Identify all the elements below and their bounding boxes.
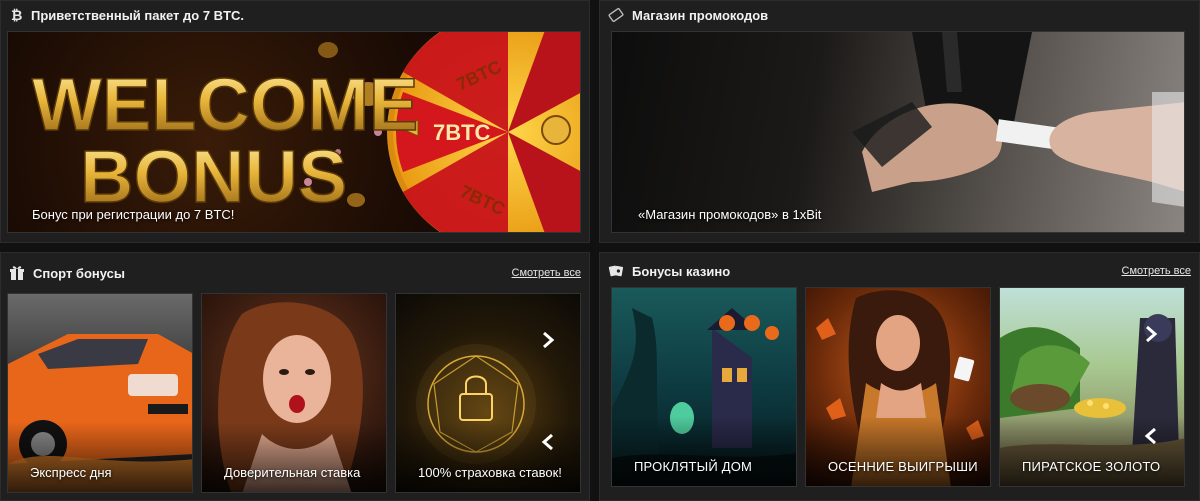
casino-see-all-link[interactable]: Смотреть все xyxy=(1122,265,1191,277)
promo-shop-panel: Магазин промокодов «Магазин промокодов» … xyxy=(599,0,1200,243)
welcome-heading-line1: WELCOME xyxy=(32,63,418,146)
card-gradient xyxy=(8,422,192,492)
promo-shop-title: Магазин промокодов xyxy=(632,7,769,23)
sport-bonuses-title: Спорт бонусы xyxy=(33,265,125,281)
sport-card-insurance-label: 100% страховка ставок! xyxy=(418,465,562,480)
welcome-artwork: 7BTC 7BTC 7BTC WELCOME BONUS xyxy=(31,32,580,232)
casino-card-pirate-gold[interactable]: ПИРАТСКОЕ ЗОЛОТО xyxy=(999,287,1185,487)
casino-bonuses-header: Бонусы казино xyxy=(600,257,1199,285)
chevron-right-icon xyxy=(541,331,555,354)
casino-bonuses-title: Бонусы казино xyxy=(632,263,731,279)
cards-icon xyxy=(608,263,624,279)
sport-next-arrow[interactable] xyxy=(537,331,559,353)
sport-see-all-link[interactable]: Смотреть все xyxy=(512,267,581,279)
sport-card-insurance[interactable]: 100% страховка ставок! xyxy=(395,293,581,493)
sport-bonuses-header: Спорт бонусы xyxy=(1,259,589,287)
casino-card-haunted-house-label: ПРОКЛЯТЫЙ ДОМ xyxy=(634,459,753,474)
casino-next-arrow[interactable] xyxy=(1140,325,1162,347)
sport-card-trust-bet[interactable]: Доверительная ставка xyxy=(201,293,387,493)
sport-card-express[interactable]: Экспресс дня xyxy=(7,293,193,493)
bitcoin-icon: ₿ xyxy=(9,7,25,23)
welcome-panel: ₿ Приветственный пакет до 7 BTC. 7BTC 7B… xyxy=(0,0,590,243)
ticket-icon xyxy=(608,7,624,23)
welcome-banner[interactable]: 7BTC 7BTC 7BTC WELCOME BONUS Бонус при р… xyxy=(7,31,581,233)
card-gradient xyxy=(202,422,386,492)
casino-prev-arrow[interactable] xyxy=(1140,427,1162,449)
welcome-caption: Бонус при регистрации до 7 BTC! xyxy=(32,207,235,222)
card-gradient xyxy=(806,416,990,486)
welcome-title: Приветственный пакет до 7 BTC. xyxy=(31,7,245,23)
chevron-right-icon xyxy=(1144,325,1158,348)
wheel-label: 7BTC xyxy=(433,120,491,145)
casino-card-haunted-house[interactable]: ПРОКЛЯТЫЙ ДОМ xyxy=(611,287,797,487)
sport-bonuses-panel: Спорт бонусы Смотреть все Экспресс дня Д… xyxy=(0,252,590,501)
promo-shop-banner[interactable]: «Магазин промокодов» в 1xBit xyxy=(611,31,1185,233)
sport-card-trust-bet-label: Доверительная ставка xyxy=(224,465,361,480)
casino-card-autumn-wins-label: ОСЕННИЕ ВЫИГРЫШИ xyxy=(828,459,978,474)
gift-icon xyxy=(9,265,25,281)
promo-shop-caption: «Магазин промокодов» в 1xBit xyxy=(638,207,822,222)
sport-prev-arrow[interactable] xyxy=(537,433,559,455)
card-gradient xyxy=(612,416,796,486)
chevron-left-icon xyxy=(1144,427,1158,450)
svg-text:₿: ₿ xyxy=(11,8,22,23)
welcome-heading-line2: BONUS xyxy=(80,135,347,218)
chevron-left-icon xyxy=(541,433,555,456)
welcome-header: ₿ Приветственный пакет до 7 BTC. xyxy=(1,1,589,29)
casino-card-pirate-gold-label: ПИРАТСКОЕ ЗОЛОТО xyxy=(1022,459,1161,474)
promo-shop-artwork xyxy=(852,32,1184,207)
sport-card-express-label: Экспресс дня xyxy=(30,465,112,480)
casino-bonuses-panel: Бонусы казино Смотреть все ПРОКЛЯТЫЙ ДОМ xyxy=(599,252,1200,501)
promo-shop-header: Магазин промокодов xyxy=(600,1,1199,29)
casino-card-autumn-wins[interactable]: ОСЕННИЕ ВЫИГРЫШИ xyxy=(805,287,991,487)
